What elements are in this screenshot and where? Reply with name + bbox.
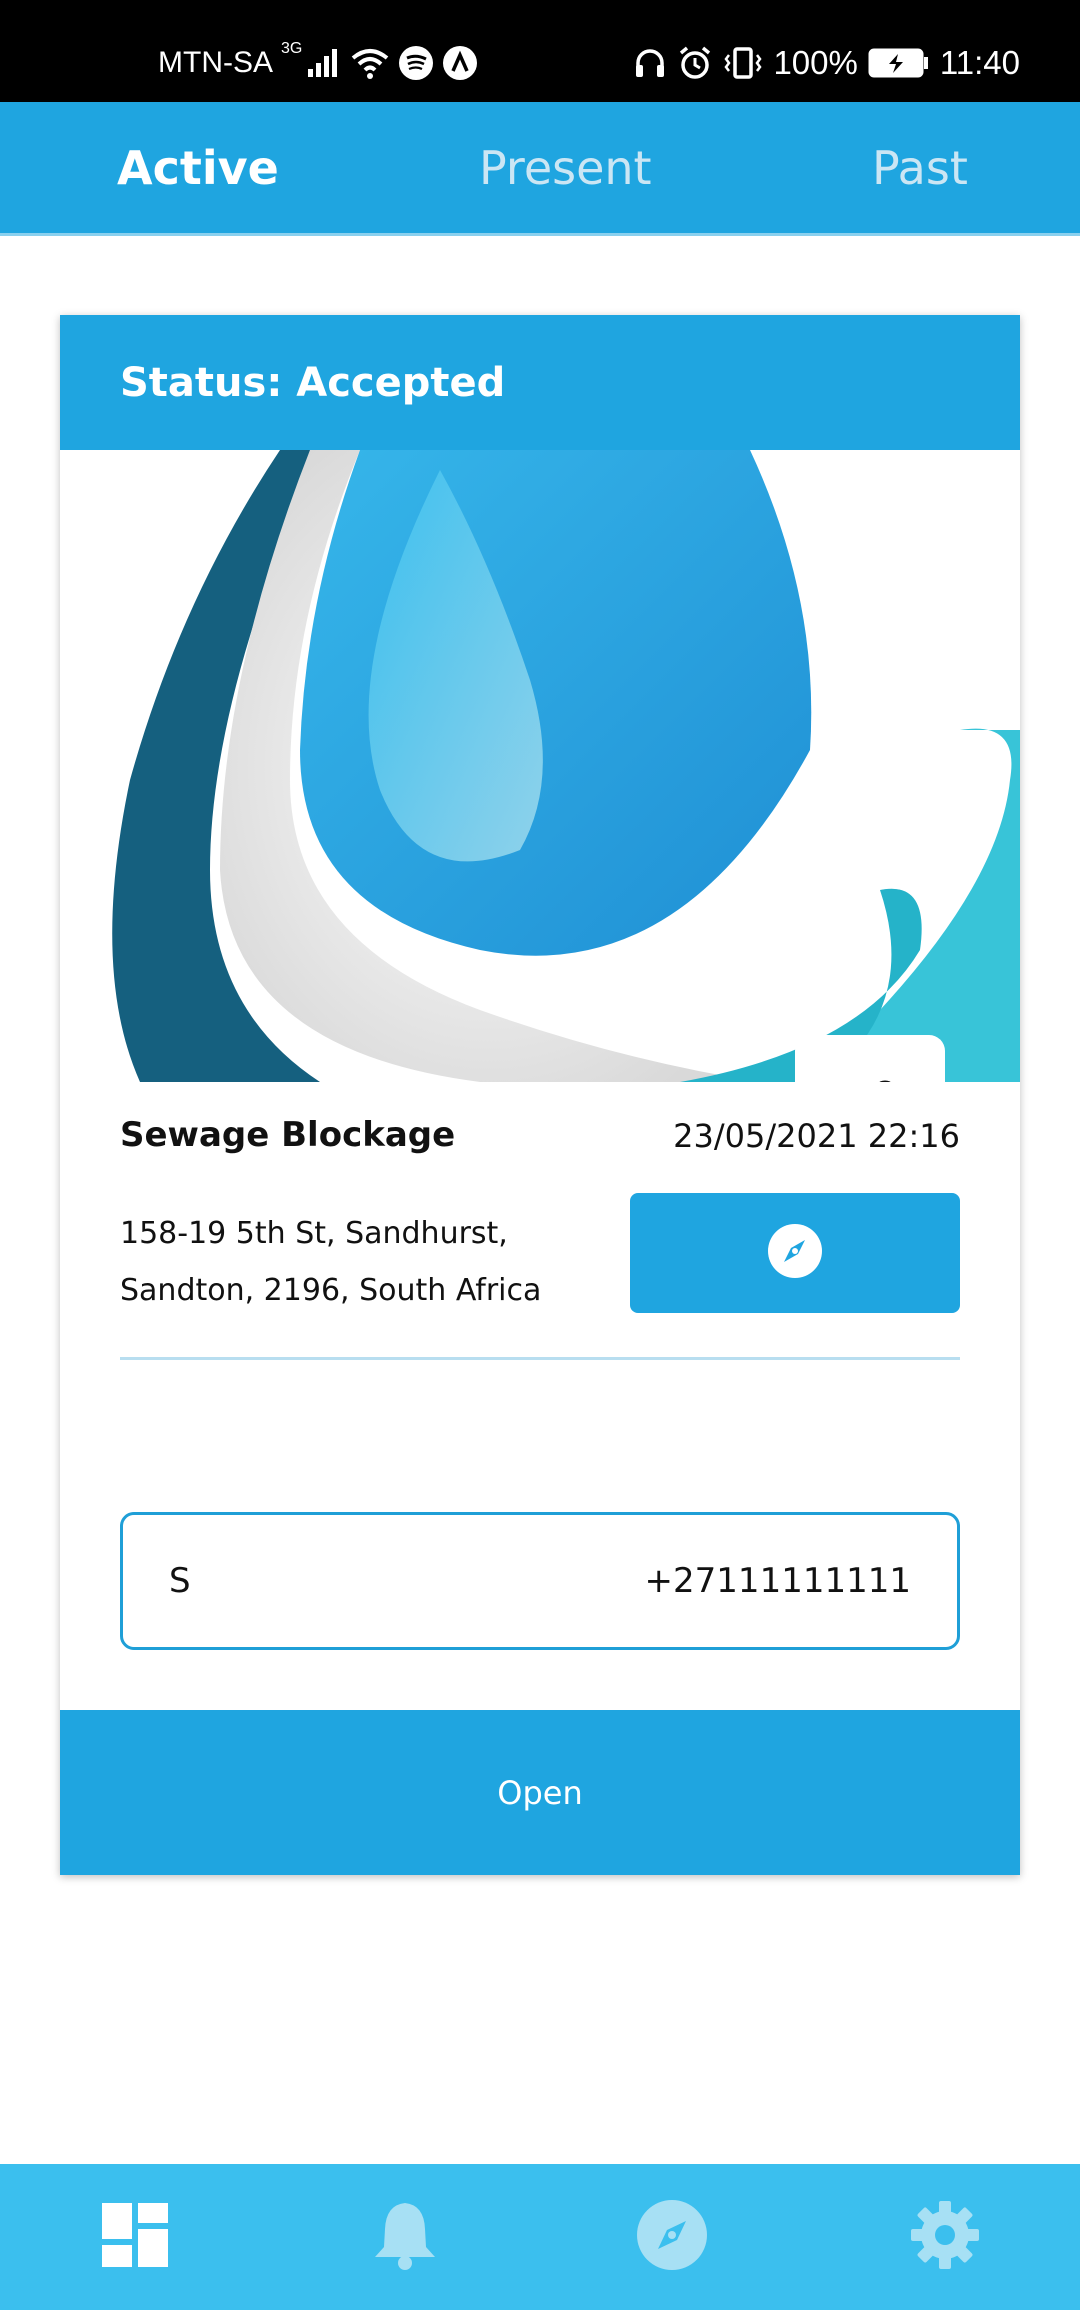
app-screen: MTN-SA 3G 100% 11:40 Active Present Past… <box>0 0 1080 2310</box>
status-header: Status: Accepted <box>60 315 1020 450</box>
image-count-badge[interactable]: +0 <box>795 1035 945 1082</box>
carrier-name: MTN-SA <box>158 46 273 79</box>
battery-icon <box>868 47 930 79</box>
nav-dashboard[interactable] <box>65 2164 205 2310</box>
status-right: 100% 11:40 <box>633 36 1020 90</box>
top-tab-bar: Active Present Past <box>0 102 1080 236</box>
divider <box>120 1357 960 1360</box>
vibrate-icon <box>723 45 763 81</box>
contact-phone[interactable]: +27111111111 <box>645 1561 911 1601</box>
app-notification-icon <box>442 45 478 81</box>
wifi-icon <box>350 46 390 80</box>
contact-name: S <box>169 1561 191 1601</box>
open-button[interactable]: Open <box>60 1710 1020 1875</box>
report-card: Status: Accepted Sewage Blockage 23/05/2… <box>60 315 1020 1875</box>
dashboard-icon <box>102 2202 168 2272</box>
nav-notifications[interactable] <box>335 2164 475 2310</box>
tab-active[interactable]: Active <box>117 102 279 233</box>
network-type: 3G <box>281 40 303 57</box>
contact-box[interactable]: S +27111111111 <box>120 1512 960 1650</box>
navigate-button[interactable] <box>630 1193 960 1313</box>
headphones-icon <box>633 46 667 80</box>
report-datetime: 23/05/2021 22:16 <box>673 1117 960 1155</box>
gear-icon <box>909 2199 981 2276</box>
tab-present[interactable]: Present <box>479 102 652 233</box>
nav-map[interactable] <box>602 2164 742 2310</box>
signal-icon <box>306 47 342 79</box>
battery-percent: 100% <box>773 44 858 81</box>
clock-time: 11:40 <box>939 44 1020 81</box>
spotify-icon <box>398 45 434 81</box>
status-bar: MTN-SA 3G 100% 11:40 <box>0 0 1080 102</box>
bell-icon <box>370 2199 440 2276</box>
tab-past[interactable]: Past <box>872 102 968 233</box>
alarm-icon <box>677 45 713 81</box>
compass-icon <box>767 1223 823 1284</box>
report-title: Sewage Blockage <box>120 1115 456 1155</box>
report-image[interactable]: +0 <box>60 450 1020 1082</box>
status-left: MTN-SA 3G <box>158 36 478 90</box>
water-drop-logo <box>60 450 1020 1082</box>
report-address: 158-19 5th St, Sandhurst, Sandton, 2196,… <box>120 1216 542 1308</box>
compass-icon <box>636 2199 708 2276</box>
nav-settings[interactable] <box>875 2164 1015 2310</box>
bottom-nav <box>0 2164 1080 2310</box>
